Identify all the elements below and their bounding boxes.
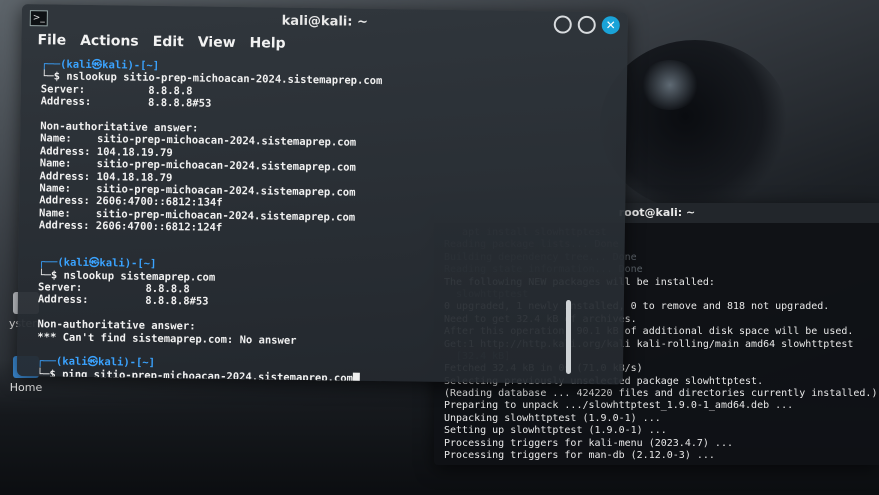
kali-terminal-window[interactable]: >_ kali@kali: ~ ✕ File Actions Edit View…: [16, 4, 628, 385]
wallpaper-highlight: [640, 60, 700, 110]
terminal-line: Preparing to unpack .../slowhttptest_1.9…: [444, 400, 794, 412]
menu-file[interactable]: File: [37, 32, 66, 54]
close-button[interactable]: ✕: [601, 16, 620, 35]
terminal-line: Processing triggers for kali-menu (2023.…: [444, 437, 733, 449]
kali-terminal-output[interactable]: ┌──(kali㉿kali)-[~] └─$ nslookup sitio-pre…: [17, 54, 627, 384]
window-title: kali@kali: ~: [281, 13, 369, 30]
menu-view[interactable]: View: [198, 34, 236, 57]
terminal-line: (Reading database ... 424220 files and d…: [444, 388, 878, 400]
terminal-line: Unpacking slowhttptest (1.9.0-1) ...: [444, 412, 661, 424]
terminal-line: Processing triggers for man-db (2.12.0-3…: [444, 450, 715, 462]
desktop-icon-label: Home: [9, 381, 43, 394]
close-icon: ✕: [605, 18, 616, 33]
terminal-line: Setting up slowhttptest (1.9.0-1) ...: [444, 425, 667, 437]
menu-edit[interactable]: Edit: [152, 34, 184, 56]
menu-actions[interactable]: Actions: [80, 33, 139, 56]
menu-help[interactable]: Help: [249, 35, 285, 58]
terminal-scrollbar[interactable]: [566, 300, 571, 374]
wallpaper-shape: [600, 40, 790, 210]
maximize-button[interactable]: [577, 15, 596, 35]
minimize-button[interactable]: [553, 15, 572, 34]
